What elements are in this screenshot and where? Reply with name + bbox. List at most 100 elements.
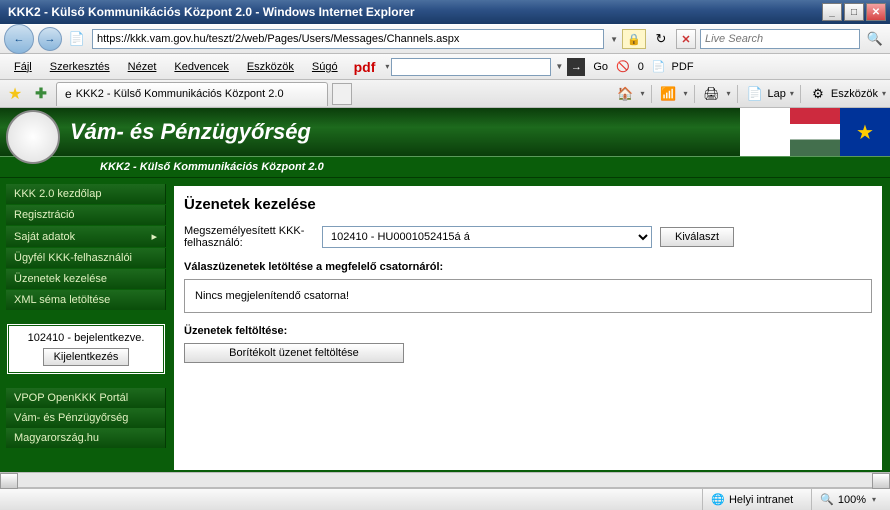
org-title: Vám- és Pénzügyőrség [70,119,311,145]
zoom-icon: 🔍 [820,493,834,506]
search-input[interactable] [700,29,860,49]
page-viewport: Vám- és Pénzügyőrség ★ KKK2 - Külső Komm… [0,108,890,472]
browser-tab[interactable]: e KKK2 - Külső Kommunikációs Központ 2.0 [56,82,328,106]
search-button[interactable]: 🔍 [864,28,886,50]
address-input[interactable] [92,29,604,49]
close-button[interactable]: ✕ [866,3,886,21]
no-channel-message: Nincs megjelenítendő csatorna! [184,279,872,313]
content-area: KKK 2.0 kezdőlap Regisztráció Saját adat… [0,178,890,472]
home-button[interactable]: 🏠 [615,83,637,105]
go-button[interactable]: → [567,58,585,76]
tab-favicon: e [65,87,72,101]
tools-label[interactable]: Eszközök [831,88,878,100]
user-select[interactable]: 102410 - HU0001052415á á [322,226,652,248]
crest-icon [740,108,790,156]
lock-icon: 🔒 [622,29,646,49]
print-dropdown[interactable]: ▾ [727,89,731,98]
sidebar-item-label: Vám- és Pénzügyőrség [14,412,128,424]
sidebar-item-register[interactable]: Regisztráció [6,205,166,225]
toolbar-input-dropdown[interactable]: ▼ [555,62,563,71]
sidebar-item-messages[interactable]: Üzenetek kezelése [6,269,166,289]
upload-section-title: Üzenetek feltöltése: [184,325,872,337]
address-toolbar: ← → 📄 ▼ 🔒 ↻ ✕ 🔍 [0,24,890,54]
sidebar-link-vam[interactable]: Vám- és Pénzügyőrség [6,408,166,428]
blocker-icon[interactable]: 🚫 [616,60,630,73]
zone-text: Helyi intranet [729,494,793,506]
forward-button[interactable]: → [38,27,62,51]
menu-edit[interactable]: Szerkesztés [42,58,118,76]
feeds-dropdown[interactable]: ▾ [684,89,688,98]
stop-button[interactable]: ✕ [676,29,696,49]
horizontal-scrollbar[interactable] [0,472,890,488]
site-subtitle: KKK2 - Külső Kommunikációs Központ 2.0 [0,156,890,178]
go-label: Go [593,61,608,73]
logout-button[interactable]: Kijelentkezés [43,348,130,366]
home-dropdown[interactable]: ▾ [641,89,645,98]
page-dropdown[interactable]: ▾ [790,89,794,98]
maximize-button[interactable]: □ [844,3,864,21]
tab-title: KKK2 - Külső Kommunikációs Központ 2.0 [76,88,284,100]
menu-favorites[interactable]: Kedvencek [166,58,236,76]
sidebar-item-label: VPOP OpenKKK Portál [14,392,128,404]
sidebar-item-label: Üzenetek kezelése [14,273,107,285]
menu-help[interactable]: Súgó [304,58,346,76]
download-section-title: Válaszüzenetek letöltése a megfelelő csa… [184,261,872,273]
menu-file[interactable]: Fájl [6,58,40,76]
blocker-count: 0 [638,61,644,73]
pdf-dropdown-arrow[interactable]: ▾ [385,62,389,71]
sidebar-item-label: XML séma letöltése [14,294,110,306]
menu-view[interactable]: Nézet [120,58,165,76]
sidebar-item-xml[interactable]: XML séma letöltése [6,290,166,310]
window-title: KKK2 - Külső Kommunikációs Központ 2.0 -… [4,5,820,19]
window-titlebar: KKK2 - Külső Kommunikációs Központ 2.0 -… [0,0,890,24]
minimize-button[interactable]: _ [822,3,842,21]
upload-button[interactable]: Borítékolt üzenet feltöltése [184,343,404,363]
address-dropdown[interactable]: ▼ [610,35,618,44]
login-status-box: 102410 - bejelentkezve. Kijelentkezés [6,323,166,375]
intranet-icon: 🌐 [711,493,725,506]
tools-button[interactable]: ⚙ [807,83,829,105]
flag-hungary-icon [790,108,840,156]
status-bar: 🌐 Helyi intranet 🔍 100% ▾ [0,488,890,510]
pdf-label: pdf [354,59,376,75]
add-favorite-icon[interactable]: ✚ [30,83,52,105]
flag-eu-icon: ★ [840,108,890,156]
org-seal-icon [6,110,60,164]
tab-bar: ★ ✚ e KKK2 - Külső Kommunikációs Központ… [0,80,890,108]
print-button[interactable]: 🖨 [701,83,723,105]
sidebar: KKK 2.0 kezdőlap Regisztráció Saját adat… [6,184,166,472]
refresh-button[interactable]: ↻ [650,28,672,50]
sidebar-item-home[interactable]: KKK 2.0 kezdőlap [6,184,166,204]
main-panel: Üzenetek kezelése Megszemélyesített KKK-… [172,184,884,472]
sidebar-item-label: Regisztráció [14,209,75,221]
menu-bar: Fájl Szerkesztés Nézet Kedvencek Eszközö… [0,54,890,80]
sidebar-item-own-data[interactable]: Saját adatok [6,226,166,247]
favorites-star-icon[interactable]: ★ [4,83,26,105]
sidebar-link-mo[interactable]: Magyarország.hu [6,428,166,448]
menu-tools[interactable]: Eszközök [239,58,302,76]
back-button[interactable]: ← [4,24,34,54]
page-label[interactable]: Lap [768,88,786,100]
select-button[interactable]: Kiválaszt [660,227,734,247]
status-message [6,489,692,510]
sidebar-item-label: KKK 2.0 kezdőlap [14,188,101,200]
page-icon: 📄 [66,28,88,50]
tools-dropdown[interactable]: ▾ [882,89,886,98]
sidebar-item-label: Ügyfél KKK-felhasználói [14,252,132,264]
header-flags: ★ [740,108,890,156]
sidebar-link-vpop[interactable]: VPOP OpenKKK Portál [6,388,166,408]
zoom-control[interactable]: 🔍 100% ▾ [811,489,884,510]
new-tab-button[interactable] [332,83,352,105]
sidebar-item-label: Magyarország.hu [14,432,99,444]
toolbar-input[interactable] [391,58,551,76]
sidebar-item-label: Saját adatok [14,231,75,243]
sidebar-item-users[interactable]: Ügyfél KKK-felhasználói [6,248,166,268]
pdf-button[interactable]: PDF [672,61,694,73]
status-zone: 🌐 Helyi intranet [702,489,801,510]
page-heading: Üzenetek kezelése [184,196,872,213]
feeds-button[interactable]: 📶 [658,83,680,105]
login-status-text: 102410 - bejelentkezve. [15,332,157,344]
zoom-dropdown[interactable]: ▾ [872,495,876,504]
page-button[interactable]: 📄 [744,83,766,105]
user-select-label: Megszemélyesített KKK-felhasználó: [184,225,314,249]
